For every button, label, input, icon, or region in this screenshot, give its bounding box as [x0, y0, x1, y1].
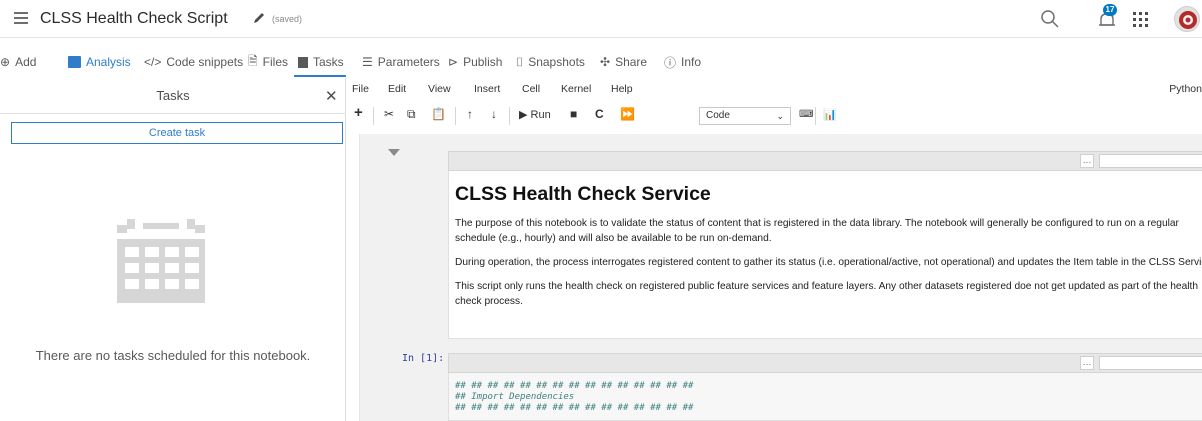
cell-type-select[interactable]: Code ⌄: [699, 107, 791, 125]
tasks-panel: Tasks ✕ Create task There are no tasks s…: [0, 78, 346, 421]
run-button[interactable]: ▶ Run: [519, 108, 551, 121]
cut-icon[interactable]: ✂: [384, 107, 394, 121]
app-header: CLSS Health Check Script (saved) 17: [0, 0, 1202, 38]
code-line: ## ## ## ## ## ## ## ## ## ## ## ## ## #…: [455, 403, 694, 413]
notebook-area: File Edit View Insert Cell Kernel Help P…: [347, 78, 1202, 421]
move-down-icon[interactable]: ↓: [491, 107, 497, 121]
toolbar-divider: [509, 107, 510, 125]
notebook-title[interactable]: CLSS Health Check Script: [40, 10, 228, 28]
fast-forward-icon[interactable]: ⏩: [620, 107, 635, 121]
toolbar-add[interactable]: ⊕ Add: [0, 53, 36, 71]
toolbar-publish[interactable]: ⊳ Publish: [448, 53, 502, 71]
copy-icon[interactable]: ⧉: [407, 107, 416, 122]
input-prompt: In [1]:: [402, 353, 445, 364]
menu-view[interactable]: View: [428, 83, 451, 95]
move-up-icon[interactable]: ↑: [467, 107, 473, 121]
toolbar-snapshots[interactable]: ⌷ Snapshots: [516, 53, 585, 71]
analysis-icon: [68, 56, 81, 68]
file-icon: 🗎: [248, 53, 258, 68]
tasks-panel-header: Tasks ✕: [0, 78, 346, 114]
notebook-toolbar: ⊕ Add Analysis </> Code snippets 🗎 Files Ta…: [0, 46, 1202, 77]
toolbar-label: Files: [262, 55, 288, 69]
code-cell-toolbar: …: [448, 353, 1202, 373]
toolbar-info[interactable]: ⓘ Info: [664, 53, 701, 71]
parameters-icon: ☰: [362, 55, 373, 69]
add-cell-icon[interactable]: +: [354, 104, 363, 121]
stop-icon[interactable]: ■: [570, 107, 577, 121]
plus-circle-icon: ⊕: [0, 55, 11, 69]
menu-icon[interactable]: [14, 12, 28, 24]
snapshot-icon: ⌷: [516, 54, 524, 69]
close-icon[interactable]: ✕: [325, 87, 338, 105]
cell-options-button[interactable]: …: [1080, 356, 1094, 370]
toolbar-parameters[interactable]: ☰ Parameters: [362, 53, 440, 71]
markdown-cell[interactable]: CLSS Health Check Service The purpose of…: [448, 171, 1202, 339]
app-launcher-icon[interactable]: [1133, 12, 1149, 28]
menu-file[interactable]: File: [352, 83, 369, 95]
menu-cell[interactable]: Cell: [522, 83, 540, 95]
toolbar-label: Parameters: [377, 55, 440, 69]
active-tab-indicator: [294, 75, 346, 77]
notebook-cell-toolbar: + ✂ ⧉ 📋 ↑ ↓ ▶ Run ■ C ⏩ Code ⌄ ⌨ 📊: [347, 102, 1202, 130]
toolbar-share[interactable]: ✣ Share: [600, 53, 647, 71]
menu-edit[interactable]: Edit: [388, 83, 406, 95]
markdown-paragraph: The purpose of this notebook is to valid…: [455, 218, 1179, 244]
share-icon: ✣: [600, 55, 611, 69]
chart-icon[interactable]: 📊: [823, 108, 837, 121]
user-avatar[interactable]: [1174, 6, 1200, 32]
toolbar-divider: [455, 107, 456, 125]
publish-icon: ⊳: [448, 55, 459, 69]
toolbar-label: Share: [615, 55, 648, 69]
toolbar-divider: [815, 107, 816, 125]
menu-help[interactable]: Help: [611, 83, 633, 95]
paste-icon[interactable]: 📋: [431, 107, 446, 121]
cell-tag-field[interactable]: [1099, 356, 1202, 370]
collapse-caret-icon[interactable]: [388, 149, 400, 156]
info-icon: ⓘ: [664, 55, 677, 70]
cell-options-button[interactable]: …: [1080, 154, 1094, 168]
notebook-menubar: File Edit View Insert Cell Kernel Help P…: [347, 78, 1202, 100]
kernel-name: Python: [1169, 83, 1202, 95]
toolbar-label: Snapshots: [528, 55, 585, 69]
keyboard-icon[interactable]: ⌨: [799, 109, 813, 120]
search-icon[interactable]: [1040, 9, 1060, 29]
toolbar-divider: [373, 107, 374, 125]
toolbar-files[interactable]: 🗎 Files: [248, 53, 288, 71]
tasks-panel-title: Tasks: [156, 88, 190, 103]
code-icon: </>: [144, 55, 162, 69]
menu-kernel[interactable]: Kernel: [561, 83, 591, 95]
markdown-paragraph: This script only runs the health check o…: [455, 281, 1198, 307]
markdown-cell-toolbar: …: [448, 151, 1202, 171]
create-task-button[interactable]: Create task: [11, 122, 343, 144]
toolbar-label: Info: [681, 55, 702, 69]
toolbar-label: Code snippets: [166, 55, 244, 69]
code-line: ## Import Dependencies: [455, 392, 575, 402]
notebook-cells[interactable]: … CLSS Health Check Service The purpose …: [359, 134, 1202, 421]
avatar-emblem-icon: [1179, 11, 1197, 29]
menu-insert[interactable]: Insert: [474, 83, 500, 95]
markdown-heading: CLSS Health Check Service: [455, 183, 711, 205]
edit-pencil-icon[interactable]: [252, 11, 266, 25]
toolbar-code-snippets[interactable]: </> Code snippets: [144, 53, 243, 71]
no-tasks-message: There are no tasks scheduled for this no…: [35, 348, 311, 363]
code-cell[interactable]: ## ## ## ## ## ## ## ## ## ## ## ## ## #…: [448, 373, 1202, 421]
toolbar-label: Add: [15, 55, 37, 69]
cell-tag-field[interactable]: [1099, 154, 1202, 168]
toolbar-label: Publish: [463, 55, 503, 69]
toolbar-analysis[interactable]: Analysis: [68, 53, 131, 71]
chevron-down-icon: ⌄: [776, 111, 784, 121]
toolbar-tasks[interactable]: Tasks: [298, 53, 344, 71]
saved-status: (saved): [272, 14, 303, 24]
run-label: Run: [530, 109, 551, 121]
notification-count-badge: 17: [1103, 4, 1117, 16]
toolbar-label: Analysis: [86, 55, 131, 69]
toolbar-label: Tasks: [313, 55, 344, 69]
calendar-empty-icon: [117, 219, 205, 303]
cell-type-value: Code: [706, 110, 730, 121]
calendar-icon: [298, 56, 308, 68]
markdown-paragraph: During operation, the process interrogat…: [455, 257, 1202, 268]
code-line: ## ## ## ## ## ## ## ## ## ## ## ## ## #…: [455, 381, 694, 391]
play-icon: ▶: [519, 109, 528, 121]
restart-icon[interactable]: C: [595, 107, 604, 121]
